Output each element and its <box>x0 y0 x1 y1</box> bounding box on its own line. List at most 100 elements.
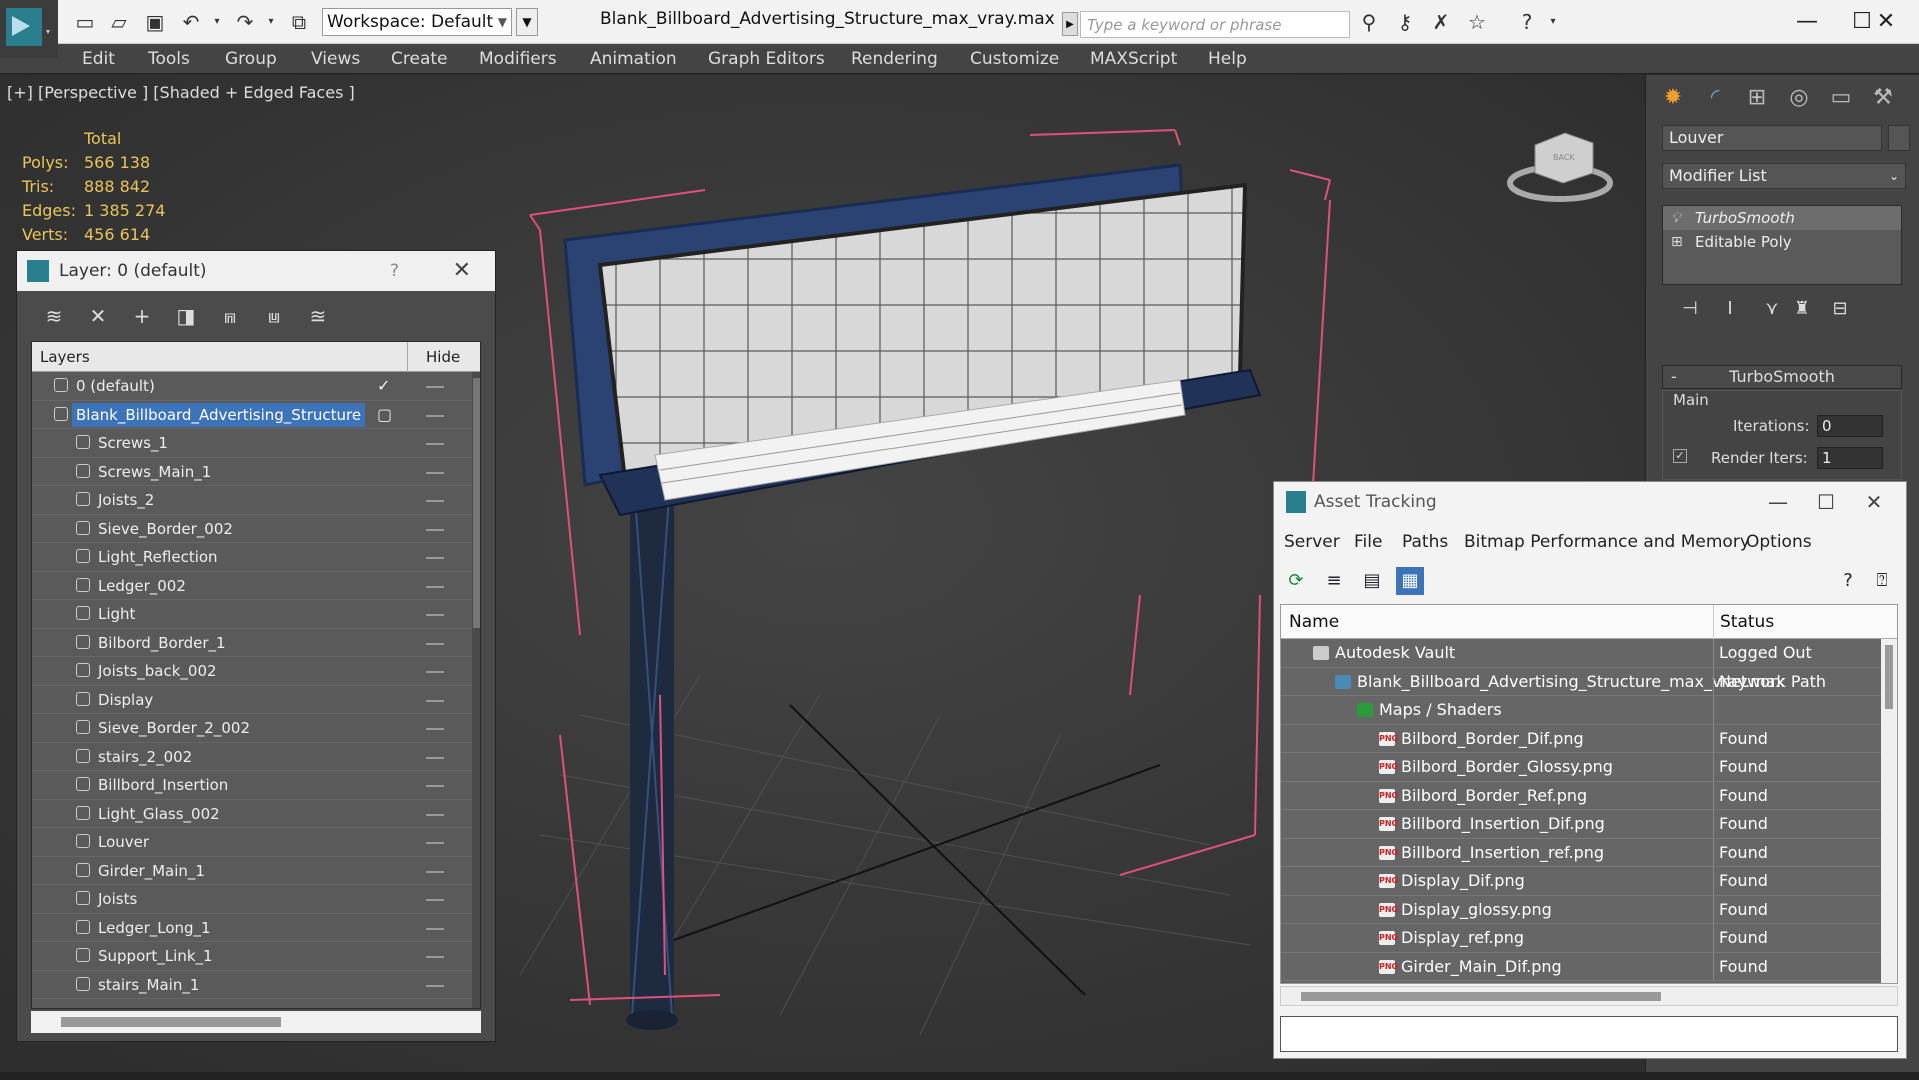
asset-row[interactable]: PNG Bilbord_Border_Glossy.png Found <box>1281 753 1897 782</box>
asset-row[interactable]: PNG Billbord_Insertion_ref.png Found <box>1281 838 1897 867</box>
hide-toggle[interactable] <box>426 585 444 588</box>
menu-maxscript[interactable]: MAXScript <box>1090 49 1177 69</box>
menu-rendering[interactable]: Rendering <box>851 49 938 69</box>
layer-row[interactable]: Ledger_002 <box>32 572 480 600</box>
new-file-icon[interactable]: ▭ <box>72 9 98 35</box>
hide-toggle[interactable] <box>426 699 444 702</box>
create-tab-icon[interactable]: ✹ <box>1656 83 1690 113</box>
viewcube[interactable]: BACK <box>1505 125 1615 205</box>
col-name[interactable]: Name <box>1289 605 1339 639</box>
layer-name[interactable]: Louver <box>94 830 153 854</box>
make-unique-icon[interactable]: ⋎ <box>1758 295 1786 323</box>
hide-toggle[interactable] <box>426 870 444 873</box>
list-view-icon[interactable]: ≡ <box>1320 567 1348 595</box>
close-icon[interactable]: ✕ <box>453 251 471 291</box>
asset-row[interactable]: PNG Bilbord_Border_Dif.png Found <box>1281 724 1897 753</box>
star-icon[interactable]: ☆ <box>1464 9 1490 35</box>
layer-settings-icon[interactable]: ≋ <box>39 301 69 331</box>
asset-row[interactable]: Autodesk Vault Logged Out <box>1281 639 1897 668</box>
binoculars-icon[interactable]: ⚲ <box>1356 9 1382 35</box>
layer-name[interactable]: 0 (default) <box>72 374 159 398</box>
hide-toggle[interactable] <box>426 785 444 787</box>
stack-item-editable-poly[interactable]: ⊞ Editable Poly <box>1663 230 1901 254</box>
render-iters-checkbox[interactable]: ✓ <box>1673 449 1687 463</box>
current-layer-check-icon[interactable]: ✓ <box>377 372 390 400</box>
minimize-icon[interactable]: — <box>1756 482 1800 522</box>
hide-toggle[interactable] <box>426 813 444 816</box>
layer-row[interactable]: stairs_Main_1 <box>32 971 480 999</box>
menu-paths[interactable]: Paths <box>1402 532 1448 552</box>
layer-name[interactable]: Support_Link_1 <box>94 944 217 968</box>
layer-row[interactable]: Bilbord_Border_1 <box>32 629 480 657</box>
menu-help[interactable]: Help <box>1208 49 1247 69</box>
menu-create[interactable]: Create <box>391 49 448 69</box>
col-status[interactable]: Status <box>1713 605 1774 639</box>
hide-toggle[interactable] <box>426 756 444 759</box>
menu-group[interactable]: Group <box>225 49 277 69</box>
hide-toggle[interactable] <box>426 927 444 930</box>
save-icon[interactable]: ▣ <box>142 9 168 35</box>
workspace-dropdown[interactable]: Workspace: Default ▼ <box>322 8 512 36</box>
layer-name[interactable]: Screws_1 <box>94 431 172 455</box>
workspace-menu-button[interactable]: ▼ <box>516 8 538 36</box>
layer-name[interactable]: Light <box>94 602 139 626</box>
layer-row[interactable]: 0 (default) ✓ <box>32 372 480 401</box>
layer-name[interactable]: stairs_2_002 <box>94 745 196 769</box>
layer-row[interactable]: Light <box>32 600 480 629</box>
delete-layer-icon[interactable]: ✕ <box>83 301 113 331</box>
layer-row[interactable]: Joists_back_002 <box>32 657 480 686</box>
object-color-swatch[interactable] <box>1888 125 1910 151</box>
menu-bitmap-performance[interactable]: Bitmap Performance and Memory <box>1464 532 1750 552</box>
layer-row[interactable]: Sieve_Border_002 <box>32 515 480 543</box>
open-file-icon[interactable]: ▱ <box>106 9 132 35</box>
layer-name[interactable]: Display <box>94 688 157 712</box>
menu-edit[interactable]: Edit <box>82 49 115 69</box>
layer-name[interactable]: Joists_2 <box>94 488 158 512</box>
layer-name[interactable]: Billbord_Insertion <box>94 773 232 797</box>
layer-name[interactable]: Bilbord_Border_1 <box>94 631 230 655</box>
layer-name[interactable]: Light_Reflection <box>94 545 222 569</box>
vertical-scrollbar[interactable] <box>1881 639 1897 983</box>
layer-name[interactable]: Ledger_Long_1 <box>94 916 215 940</box>
scroll-thumb[interactable] <box>1301 992 1661 1001</box>
horizontal-scrollbar[interactable] <box>31 1011 481 1033</box>
context-help-icon[interactable]: ⍰ <box>1868 567 1896 595</box>
remove-modifier-icon[interactable]: ♜ <box>1788 295 1816 323</box>
redo-dropdown-icon[interactable]: ▾ <box>258 9 284 35</box>
modifier-list-dropdown[interactable]: Modifier List ⌄ <box>1662 163 1906 189</box>
utilities-tab-icon[interactable]: ⚒ <box>1866 83 1900 113</box>
hide-toggle[interactable] <box>426 842 444 844</box>
highlight-layer-icon[interactable]: ⩏ <box>259 301 289 331</box>
layer-name[interactable]: Ledger_002 <box>94 574 190 598</box>
display-tab-icon[interactable]: ▭ <box>1824 83 1858 113</box>
layer-row[interactable]: Screws_1 <box>32 429 480 458</box>
menu-tools[interactable]: Tools <box>148 49 190 69</box>
table-view-icon[interactable]: ▦ <box>1396 567 1424 595</box>
maximize-icon[interactable]: ☐ <box>1804 482 1848 522</box>
menu-options[interactable]: Options <box>1746 532 1812 552</box>
hide-toggle[interactable] <box>426 614 444 616</box>
expand-plus-icon[interactable]: ⊞ <box>1671 230 1683 254</box>
undo-dropdown-icon[interactable]: ▾ <box>204 9 230 35</box>
layer-row[interactable]: Light_Reflection <box>32 543 480 572</box>
asset-row[interactable]: PNG Display_ref.png Found <box>1281 924 1897 953</box>
menu-views[interactable]: Views <box>311 49 360 69</box>
search-expand-button[interactable]: ▶ <box>1062 12 1078 36</box>
layer-name[interactable]: stairs_Main_1 <box>94 973 203 997</box>
layer-row[interactable]: Billbord_Insertion <box>32 771 480 800</box>
select-objects-icon[interactable]: ⩎ <box>215 301 245 331</box>
help-button[interactable]: ? <box>390 251 399 291</box>
render-iters-spinner[interactable]: 1 <box>1817 447 1883 469</box>
turbosmooth-rollout-header[interactable]: - TurboSmooth <box>1662 365 1902 389</box>
project-folder-icon[interactable]: ⧉ <box>286 9 312 35</box>
hide-toggle[interactable] <box>426 386 444 388</box>
minimize-icon[interactable]: — <box>1785 6 1829 38</box>
menu-modifiers[interactable]: Modifiers <box>479 49 557 69</box>
close-icon[interactable]: ✕ <box>1852 482 1896 522</box>
asset-tracking-titlebar[interactable]: Asset Tracking — ☐ ✕ <box>1274 482 1906 522</box>
layer-row[interactable]: Joists <box>32 885 480 914</box>
menu-server[interactable]: Server <box>1284 532 1340 552</box>
menu-graph-editors[interactable]: Graph Editors <box>708 49 825 69</box>
layer-row[interactable]: Screws_Main_1 <box>32 458 480 486</box>
asset-path-field[interactable] <box>1280 1016 1898 1052</box>
